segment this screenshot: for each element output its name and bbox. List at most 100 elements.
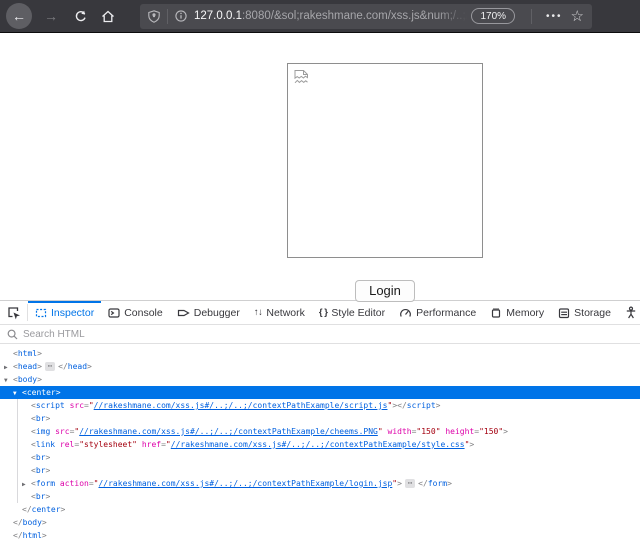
markup-row[interactable]: ▶<head>⋯</head> [0, 360, 640, 373]
tab-console[interactable]: Console [101, 301, 170, 324]
markup-row[interactable]: </center> [0, 503, 640, 516]
tab-performance[interactable]: Performance [392, 301, 483, 324]
attribute-link[interactable]: //rakeshmane.com/xss.js#/..;/..;/context… [79, 427, 378, 436]
markup-text: > [61, 505, 66, 514]
back-arrow-icon: ← [12, 8, 26, 24]
forward-arrow-icon: → [44, 8, 58, 24]
markup-text: > [436, 401, 441, 410]
site-info-icon[interactable] [175, 10, 187, 22]
tab-debugger[interactable]: Debugger [170, 301, 247, 324]
markup-text: > [397, 479, 402, 488]
reload-button[interactable] [68, 4, 92, 28]
markup-text: > [447, 479, 452, 488]
tag-name: script [36, 401, 65, 410]
tag-name: center [27, 388, 56, 397]
tab-accessibility[interactable]: Accessibility [618, 301, 640, 324]
tab-label: Inspector [51, 307, 94, 319]
markup-row[interactable]: <html> [0, 347, 640, 360]
markup-view: <html>▶<head>⋯</head>▼<body>▼<center><sc… [0, 344, 640, 556]
markup-row[interactable]: <img src="//rakeshmane.com/xss.js#/..;/.… [0, 425, 640, 438]
markup-row[interactable]: <br> [0, 412, 640, 425]
markup-text: </ [22, 505, 32, 514]
tab-label: Memory [506, 307, 544, 319]
attribute-name: width [388, 427, 412, 436]
tab-label: Style Editor [331, 307, 385, 319]
tab-network[interactable]: ↑↓Network [247, 301, 312, 324]
markup-text: > [45, 466, 50, 475]
html-search-bar[interactable]: Search HTML [0, 325, 640, 344]
inspector-icon [35, 307, 47, 319]
tab-style-editor[interactable]: { }Style Editor [312, 301, 392, 324]
tag-name: script [407, 401, 436, 410]
markup-row[interactable]: </html> [0, 529, 640, 542]
tracking-protection-shield-icon[interactable] [148, 10, 160, 23]
browser-toolbar: ← → 127.0.0.1:8080/&sol;rakeshmane.com/x… [0, 0, 640, 33]
tab-label: Network [266, 307, 305, 319]
markup-text: > [87, 362, 92, 371]
attribute-name: src [70, 401, 84, 410]
reload-icon [74, 10, 87, 23]
tag-name: html [23, 531, 42, 540]
url-text[interactable]: 127.0.0.1:8080/&sol;rakeshmane.com/xss.j… [194, 10, 467, 22]
attribute-value: "stylesheet" [79, 440, 137, 449]
markup-row[interactable]: <script src="//rakeshmane.com/xss.js#/..… [0, 399, 640, 412]
attribute-link[interactable]: //rakeshmane.com/xss.js#/..;/..;/context… [171, 440, 465, 449]
style-editor-icon: { } [319, 307, 328, 318]
markup-row[interactable]: <br> [0, 464, 640, 477]
performance-icon [399, 307, 412, 319]
page-actions-menu-button[interactable]: ••• [546, 11, 563, 22]
zoom-level-indicator[interactable]: 170% [471, 8, 515, 24]
tag-name: img [36, 427, 50, 436]
search-html-placeholder: Search HTML [23, 329, 85, 340]
markup-row[interactable]: </body> [0, 516, 640, 529]
markup-text: </ [418, 479, 428, 488]
page-viewport: Login [0, 33, 640, 300]
markup-row[interactable]: <br> [0, 451, 640, 464]
attribute-name: rel [60, 440, 74, 449]
home-button[interactable] [96, 4, 120, 28]
tab-storage[interactable]: Storage [551, 301, 618, 324]
markup-row[interactable]: ▶<form action="//rakeshmane.com/xss.js#/… [0, 477, 640, 490]
attribute-name: action [60, 479, 89, 488]
url-bar[interactable]: 127.0.0.1:8080/&sol;rakeshmane.com/xss.j… [140, 4, 592, 29]
forward-button[interactable]: → [40, 8, 62, 24]
pick-element-button[interactable] [0, 301, 27, 324]
tag-name: form [428, 479, 447, 488]
urlbar-separator-2 [531, 9, 532, 24]
tag-name: link [36, 440, 55, 449]
bookmark-star-icon[interactable]: ☆ [571, 9, 584, 24]
markup-text: > [469, 440, 474, 449]
attribute-name: height [445, 427, 474, 436]
markup-text: > [37, 375, 42, 384]
markup-text: </ [58, 362, 68, 371]
home-icon [101, 10, 115, 23]
tag-name: body [18, 375, 37, 384]
collapsed-children-badge[interactable]: ⋯ [405, 479, 415, 488]
back-button[interactable]: ← [6, 3, 32, 29]
tag-name: head [18, 362, 37, 371]
tab-label: Debugger [194, 307, 240, 319]
tab-label: Storage [574, 307, 611, 319]
markup-row-selected[interactable]: ▼<center> [0, 386, 640, 399]
markup-text: > [37, 362, 42, 371]
storage-icon [558, 307, 570, 319]
console-icon [108, 307, 120, 319]
tab-inspector[interactable]: Inspector [28, 301, 101, 324]
markup-text: > [42, 531, 47, 540]
collapsed-children-badge[interactable]: ⋯ [45, 362, 55, 371]
attribute-link[interactable]: //rakeshmane.com/xss.js#/..;/..;/context… [94, 401, 388, 410]
url-path: :8080/&sol;rakeshmane.com/xss.js&num;/..… [242, 10, 467, 22]
markup-row[interactable]: <link rel="stylesheet" href="//rakeshman… [0, 438, 640, 451]
markup-row[interactable]: ▼<body> [0, 373, 640, 386]
memory-icon [490, 307, 502, 319]
attribute-name: src [55, 427, 69, 436]
url-host: 127.0.0.1 [194, 10, 242, 22]
attribute-value: "150" [416, 427, 440, 436]
markup-text: ></ [392, 401, 406, 410]
login-button[interactable]: Login [355, 280, 415, 302]
attribute-link[interactable]: //rakeshmane.com/xss.js#/..;/..;/context… [98, 479, 392, 488]
tag-name: head [68, 362, 87, 371]
tab-memory[interactable]: Memory [483, 301, 551, 324]
attribute-value: "150" [479, 427, 503, 436]
markup-row[interactable]: <br> [0, 490, 640, 503]
